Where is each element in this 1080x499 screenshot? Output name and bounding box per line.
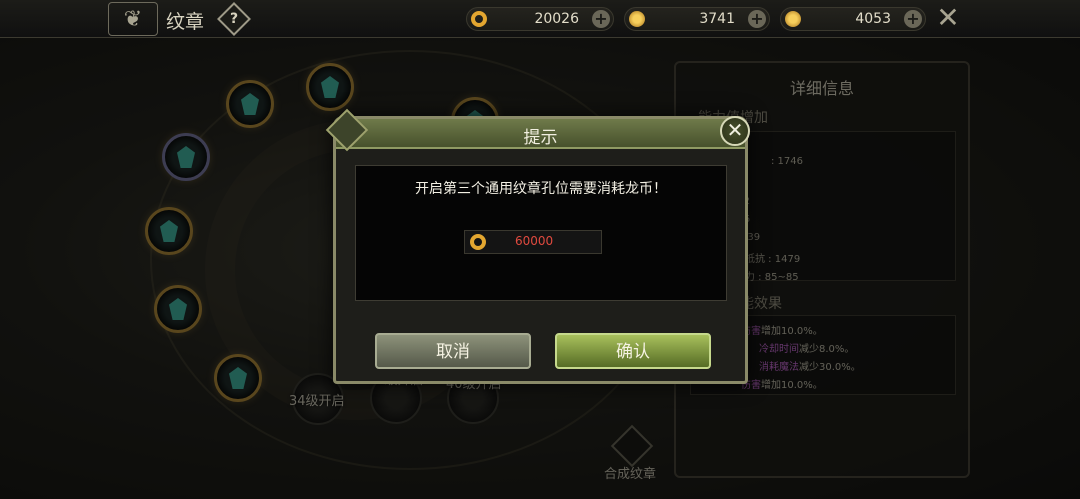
gold-coin-icon <box>785 11 801 27</box>
ring-coin-icon <box>471 11 487 27</box>
currency-value: 3741 <box>699 11 735 27</box>
currency-value: 20026 <box>534 11 579 27</box>
cost-box: 60000 <box>464 230 602 254</box>
dialog-title: 提示 <box>523 128 558 148</box>
prompt-dialog: 提示 ✕ 开启第三个通用纹章孔位需要消耗龙币！ 60000 取消 确认 <box>325 108 750 384</box>
cost-value: 60000 <box>515 234 554 248</box>
page-title: 纹章 <box>166 11 205 33</box>
currency-coin: 4053 + <box>780 7 926 31</box>
close-dialog-button[interactable]: ✕ <box>720 116 750 146</box>
gold-coin-icon <box>629 11 645 27</box>
cancel-button[interactable]: 取消 <box>375 333 531 369</box>
emblem-logo-icon: ❦ <box>108 2 158 36</box>
close-page-icon[interactable]: ✕ <box>934 4 962 32</box>
currency-gold: 3741 + <box>624 7 770 31</box>
add-currency-button[interactable]: + <box>592 10 610 28</box>
dragon-coin-icon <box>470 234 486 250</box>
dialog-body: 开启第三个通用纹章孔位需要消耗龙币！ 60000 <box>355 165 727 301</box>
dialog-message: 开启第三个通用纹章孔位需要消耗龙币！ <box>415 181 667 197</box>
help-icon[interactable]: ? <box>217 2 251 36</box>
dialog-header: 提示 <box>336 119 745 149</box>
top-bar: ❦ 纹章 ? 20026 + 3741 + 4053 + ✕ <box>0 0 1080 38</box>
add-currency-button[interactable]: + <box>748 10 766 28</box>
add-currency-button[interactable]: + <box>904 10 922 28</box>
confirm-button[interactable]: 确认 <box>555 333 711 369</box>
currency-dragon-coin: 20026 + <box>466 7 614 31</box>
currency-value: 4053 <box>855 11 891 27</box>
